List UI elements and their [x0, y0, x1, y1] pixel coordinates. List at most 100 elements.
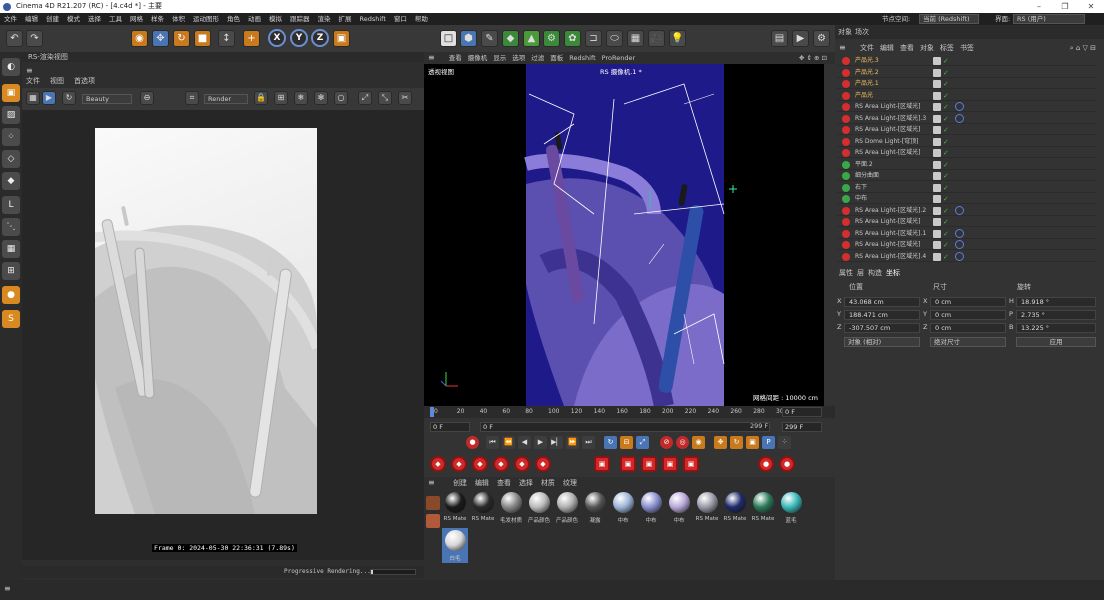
- menu-item[interactable]: 体积: [168, 13, 189, 25]
- primitive-icon[interactable]: ⬢: [460, 30, 477, 47]
- object-row[interactable]: RS Area Light-[区域光].1 ✓: [837, 228, 1097, 239]
- render-settings-icon[interactable]: ⚙: [813, 30, 830, 47]
- render-mode-select[interactable]: Render: [204, 94, 248, 104]
- enabled-check-icon[interactable]: ✓: [943, 194, 949, 205]
- enabled-check-icon[interactable]: ✓: [943, 79, 949, 90]
- points-mode-icon[interactable]: ⁘: [2, 128, 20, 146]
- pos-y-field[interactable]: 188.471 cm: [844, 310, 920, 320]
- mograph-icon[interactable]: ✿: [564, 30, 581, 47]
- object-row[interactable]: 中布 ✓: [837, 193, 1097, 204]
- render-view-menu-item[interactable]: 文件: [26, 77, 40, 85]
- menu-item[interactable]: 角色: [223, 13, 244, 25]
- visibility-toggle[interactable]: [933, 126, 941, 134]
- visibility-toggle[interactable]: [933, 137, 941, 146]
- current-frame-field[interactable]: 0 F: [782, 407, 822, 417]
- object-search-icons[interactable]: ⌕ ⌂ ▽ ⊟: [1070, 42, 1096, 54]
- snowflake-icon[interactable]: ❄: [294, 91, 308, 105]
- cube-icon[interactable]: □: [440, 30, 457, 47]
- rs-camera-icon[interactable]: ▣: [683, 456, 699, 472]
- material-menu-item[interactable]: 创建: [453, 479, 467, 487]
- material-swatch[interactable]: 白毛: [442, 528, 468, 563]
- material-swatch[interactable]: 中布: [666, 490, 692, 525]
- visibility-toggle[interactable]: [933, 68, 941, 77]
- rs-light-icon[interactable]: ◆: [451, 456, 467, 472]
- menu-item[interactable]: 编辑: [21, 13, 42, 25]
- sculpt-icon[interactable]: ●: [2, 286, 20, 304]
- visibility-toggle[interactable]: [933, 183, 941, 192]
- go-end-icon[interactable]: ⏭: [582, 436, 595, 449]
- undo-button[interactable]: ↶: [6, 30, 23, 47]
- visibility-toggle[interactable]: [933, 229, 941, 238]
- object-menu-item[interactable]: 文件: [860, 44, 874, 52]
- coord-mode-select[interactable]: 对象 (相对): [844, 337, 920, 347]
- object-menu-item[interactable]: 标签: [940, 44, 954, 52]
- viewport-menu-item[interactable]: 摄像机: [468, 54, 488, 62]
- object-tab[interactable]: 对象: [838, 28, 852, 36]
- material-hamburger-icon[interactable]: ≡: [428, 478, 435, 487]
- rs-light-icon[interactable]: ◆: [493, 456, 509, 472]
- object-hamburger-icon[interactable]: ≡: [839, 43, 846, 52]
- viewport-nav-icons[interactable]: ✥ ⇕ ⊕ ⊡: [799, 52, 827, 64]
- enabled-check-icon[interactable]: ✓: [943, 91, 949, 102]
- polygons-mode-icon[interactable]: ◆: [2, 172, 20, 190]
- object-row[interactable]: 平面.2 ✓: [837, 159, 1097, 170]
- enabled-check-icon[interactable]: ✓: [943, 114, 949, 125]
- enabled-check-icon[interactable]: ✓: [943, 160, 949, 171]
- refresh-icon[interactable]: ↻: [62, 91, 76, 105]
- pos-z-field[interactable]: -307.507 cm: [844, 323, 920, 333]
- rs-render-icon[interactable]: ●: [758, 456, 774, 472]
- enabled-check-icon[interactable]: ✓: [943, 137, 949, 148]
- auto-key-icon[interactable]: ◎: [676, 436, 689, 449]
- render-view-menu-item[interactable]: 首选项: [74, 77, 95, 85]
- camera-icon[interactable]: 🎥: [648, 30, 665, 47]
- stop-icon[interactable]: ⊖: [140, 91, 154, 105]
- menu-item[interactable]: 渲染: [314, 13, 335, 25]
- workplane-icon[interactable]: ▦: [2, 240, 20, 258]
- enabled-check-icon[interactable]: ✓: [943, 183, 949, 194]
- enabled-check-icon[interactable]: ✓: [943, 68, 949, 79]
- enabled-check-icon[interactable]: ✓: [943, 171, 949, 182]
- zoom-icon[interactable]: ⤡: [378, 91, 392, 105]
- capsule-icon[interactable]: ⬭: [606, 30, 623, 47]
- enabled-check-icon[interactable]: ✓: [943, 217, 949, 228]
- object-row[interactable]: RS Dome Light-[穹顶] ✓: [837, 136, 1097, 147]
- aov-select[interactable]: Beauty: [82, 94, 132, 104]
- object-menu-item[interactable]: 查看: [900, 44, 914, 52]
- axis-mode-icon[interactable]: L: [2, 196, 20, 214]
- rs-light-icon[interactable]: ◆: [514, 456, 530, 472]
- rot-h-field[interactable]: 18.918 °: [1016, 297, 1096, 307]
- menu-item[interactable]: 模拟: [265, 13, 286, 25]
- material-menu-item[interactable]: 材质: [541, 479, 555, 487]
- maximize-button[interactable]: ❐: [1052, 0, 1078, 13]
- attribute-tab[interactable]: 坐标: [886, 269, 900, 277]
- material-menu-item[interactable]: 选择: [519, 479, 533, 487]
- go-start-icon[interactable]: ⏮: [486, 436, 499, 449]
- model-mode-icon[interactable]: ▣: [2, 84, 20, 102]
- object-row[interactable]: RS Area Light-[区域光].3 ✓: [837, 113, 1097, 124]
- circle-icon[interactable]: ○: [334, 91, 348, 105]
- render-view-menu-item[interactable]: 视图: [50, 77, 64, 85]
- menu-item[interactable]: Redshift: [356, 13, 390, 25]
- scale-key-icon[interactable]: ▣: [746, 436, 759, 449]
- script-icon[interactable]: S: [2, 310, 20, 328]
- rs-camera-icon[interactable]: ▣: [662, 456, 678, 472]
- size-y-field[interactable]: 0 cm: [930, 310, 1006, 320]
- rot-b-field[interactable]: 13.225 °: [1016, 323, 1096, 333]
- status-hamburger-icon[interactable]: ≡: [4, 584, 11, 593]
- fit-icon[interactable]: ⤢: [358, 91, 372, 105]
- menu-item[interactable]: 文件: [0, 13, 21, 25]
- enabled-check-icon[interactable]: ✓: [943, 252, 949, 263]
- visibility-toggle[interactable]: [933, 103, 941, 111]
- material-menu-item[interactable]: 编辑: [475, 479, 489, 487]
- tools-icon[interactable]: ✂: [398, 91, 412, 105]
- z-axis-lock-icon[interactable]: Z: [311, 29, 329, 47]
- visibility-toggle[interactable]: [933, 206, 941, 215]
- viewport-menu-item[interactable]: 查看: [449, 54, 462, 62]
- range-slider[interactable]: 0 F: [480, 422, 770, 432]
- rs-tag-icon[interactable]: [955, 251, 964, 261]
- visibility-toggle[interactable]: [933, 91, 941, 100]
- param-key-icon[interactable]: P: [762, 436, 775, 449]
- floor-icon[interactable]: ▦: [627, 30, 644, 47]
- motion-icon[interactable]: ⤢: [636, 436, 649, 449]
- menu-item[interactable]: 窗口: [390, 13, 411, 25]
